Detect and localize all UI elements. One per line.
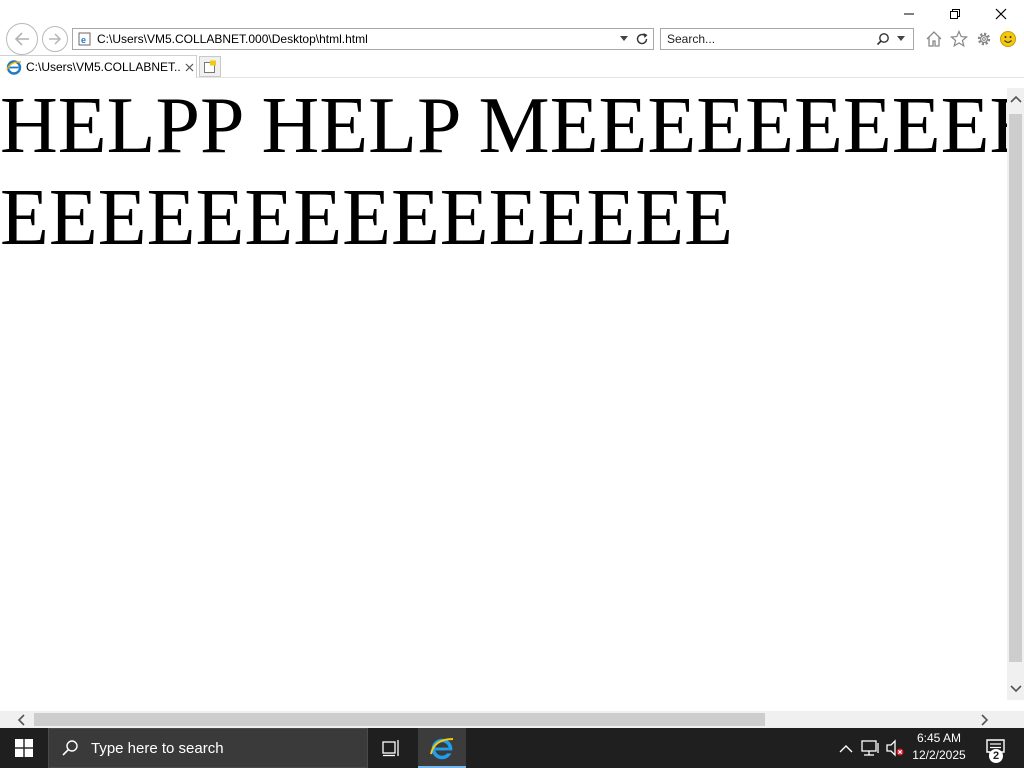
page-content: HELPP HELP MEEEEEEEEEEEEEEEEEEEEEEEEE [0, 78, 1007, 711]
show-hidden-icons-button[interactable] [836, 738, 856, 758]
close-icon [185, 63, 193, 71]
close-icon [995, 8, 1007, 20]
close-window-button[interactable] [978, 0, 1024, 28]
chevron-down-icon [1009, 685, 1022, 693]
page-heading: HELPP HELP MEEEEEEEEEEEEEEEEEEEEEEEEE [0, 82, 1007, 262]
notification-count-badge: 2 [989, 749, 1003, 763]
horizontal-scrollbar[interactable] [0, 711, 1007, 728]
internet-explorer-icon [6, 59, 22, 75]
chevron-down-icon [897, 36, 905, 41]
home-icon [926, 31, 942, 47]
svg-text:e: e [81, 35, 86, 45]
chevron-down-icon [620, 36, 628, 41]
search-box [660, 28, 914, 50]
start-button[interactable] [0, 728, 48, 768]
chevron-up-icon [1009, 95, 1022, 103]
back-button[interactable] [6, 23, 38, 55]
task-view-icon [382, 740, 399, 757]
tab-title: C:\Users\VM5.COLLABNET.... [26, 60, 180, 74]
clock-date: 12/2/2025 [912, 748, 966, 762]
windows-logo-icon [15, 739, 33, 757]
smiley-icon [1000, 31, 1016, 47]
chevron-up-icon [839, 744, 853, 752]
forward-button[interactable] [42, 26, 68, 52]
page-icon: e [77, 31, 93, 47]
scroll-up-button[interactable] [1007, 88, 1024, 110]
scroll-left-button[interactable] [10, 711, 32, 728]
address-bar[interactable]: e C:\Users\VM5.COLLABNET.000\Desktop\htm… [72, 28, 654, 50]
favorites-button[interactable] [949, 29, 969, 49]
forward-arrow-icon [49, 33, 62, 45]
task-view-button[interactable] [370, 728, 414, 768]
clock[interactable]: 6:45 AM 12/2/2025 [906, 730, 972, 766]
search-button[interactable] [874, 29, 892, 49]
search-input[interactable] [661, 30, 874, 48]
clock-time: 6:45 AM [916, 731, 962, 745]
star-icon [950, 30, 968, 48]
taskbar: Type here to search 6:45 AM 12/2/2025 2 [0, 728, 1024, 768]
browser-window: e C:\Users\VM5.COLLABNET.000\Desktop\htm… [0, 0, 1024, 728]
horizontal-scroll-thumb[interactable] [34, 713, 765, 726]
refresh-button[interactable] [633, 29, 651, 49]
volume-button[interactable] [885, 738, 905, 758]
internet-explorer-taskbar-button[interactable] [418, 728, 466, 768]
taskbar-search-box[interactable]: Type here to search [48, 728, 368, 768]
window-controls [886, 0, 1024, 28]
home-button[interactable] [924, 29, 944, 49]
new-tab-icon [204, 60, 216, 73]
feedback-button[interactable] [998, 29, 1018, 49]
back-arrow-icon [14, 32, 29, 46]
vertical-scroll-thumb[interactable] [1009, 114, 1022, 662]
tools-button[interactable] [974, 29, 994, 49]
vertical-scrollbar[interactable] [1007, 88, 1024, 700]
search-icon [876, 33, 889, 46]
new-tab-button[interactable] [199, 56, 221, 77]
tab-active[interactable]: C:\Users\VM5.COLLABNET.... [0, 55, 197, 78]
internet-explorer-icon [430, 738, 454, 760]
network-button[interactable] [861, 738, 881, 758]
search-icon [62, 740, 78, 756]
taskbar-search-placeholder: Type here to search [91, 739, 224, 757]
restore-icon [950, 9, 960, 19]
restore-button[interactable] [932, 0, 978, 28]
network-icon [861, 740, 879, 756]
address-text[interactable]: C:\Users\VM5.COLLABNET.000\Desktop\html.… [97, 32, 615, 46]
search-dropdown-button[interactable] [892, 29, 910, 49]
minimize-button[interactable] [886, 0, 932, 28]
chevron-right-icon [981, 713, 989, 726]
address-dropdown-button[interactable] [615, 29, 633, 49]
scrollbar-corner [1007, 711, 1024, 728]
minimize-icon [904, 13, 914, 15]
scroll-down-button[interactable] [1007, 678, 1024, 700]
tab-close-button[interactable] [182, 60, 196, 74]
chevron-left-icon [17, 713, 25, 726]
gear-icon [977, 32, 991, 46]
volume-muted-icon [886, 739, 904, 757]
scroll-right-button[interactable] [974, 711, 996, 728]
refresh-icon [636, 33, 648, 45]
